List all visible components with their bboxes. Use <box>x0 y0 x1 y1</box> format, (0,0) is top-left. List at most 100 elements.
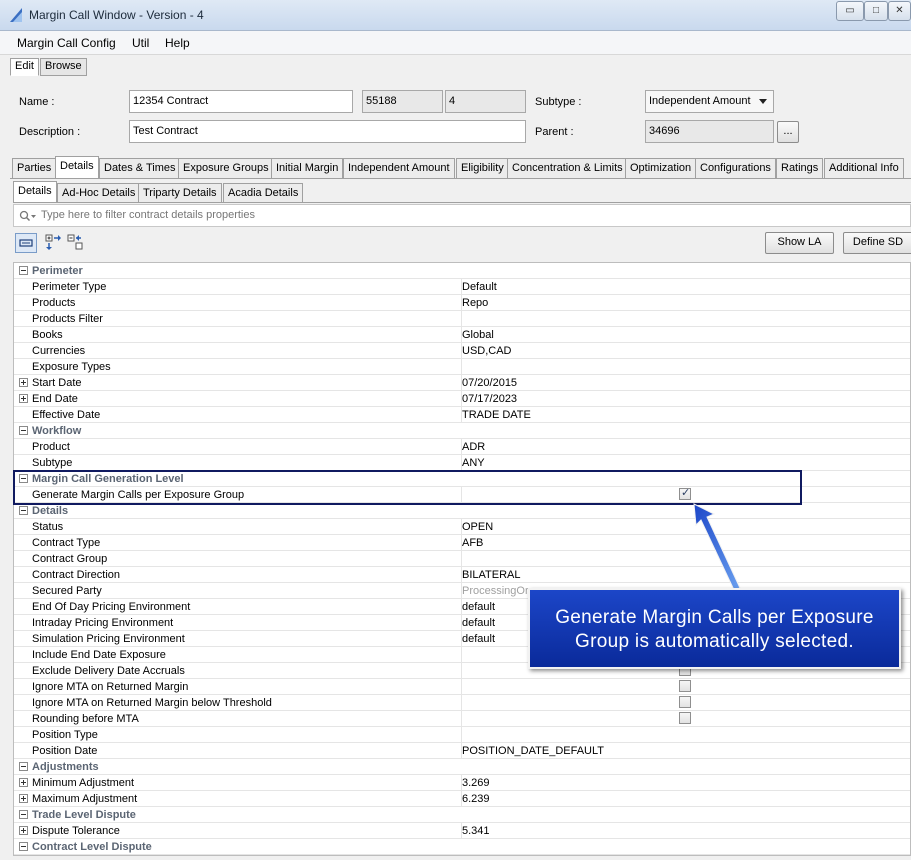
property-row[interactable]: Rounding before MTA <box>14 711 910 727</box>
tab-exposure-groups[interactable]: Exposure Groups <box>178 158 274 178</box>
property-row[interactable]: Currencies USD,CAD <box>14 343 910 359</box>
property-value[interactable]: 07/20/2015 <box>462 377 517 389</box>
property-row[interactable]: Contract Direction BILATERAL <box>14 567 910 583</box>
property-row[interactable]: Ignore MTA on Returned Margin <box>14 679 910 695</box>
menu-util[interactable]: Util <box>132 36 149 50</box>
property-value[interactable]: default <box>462 601 495 613</box>
property-row[interactable]: Books Global <box>14 327 910 343</box>
collapse-icon[interactable] <box>19 506 28 515</box>
property-row[interactable]: Dispute Tolerance 5.341 <box>14 823 910 839</box>
property-row[interactable]: Effective Date TRADE DATE <box>14 407 910 423</box>
menu-help[interactable]: Help <box>165 36 190 50</box>
property-row[interactable]: Position Type <box>14 727 910 743</box>
property-value[interactable]: BILATERAL <box>462 569 521 581</box>
property-row[interactable]: End Date 07/17/2023 <box>14 391 910 407</box>
property-value[interactable]: Default <box>462 281 497 293</box>
property-row[interactable]: Perimeter Type Default <box>14 279 910 295</box>
property-row[interactable]: Position Date POSITION_DATE_DEFAULT <box>14 743 910 759</box>
tab-edit[interactable]: Edit <box>10 58 39 76</box>
close-button[interactable]: ✕ <box>888 1 911 21</box>
define-sd-button[interactable]: Define SD <box>843 232 911 254</box>
collapse-icon[interactable] <box>19 810 28 819</box>
filter-input[interactable]: Type here to filter contract details pro… <box>13 204 911 227</box>
subtype-select[interactable]: Independent Amount <box>645 90 774 113</box>
property-value[interactable]: 6.239 <box>462 793 490 805</box>
property-row[interactable]: Minimum Adjustment 3.269 <box>14 775 910 791</box>
tab-eligibility[interactable]: Eligibility <box>456 158 509 178</box>
tab-dates-times[interactable]: Dates & Times <box>99 158 181 178</box>
subtab-ad-hoc-details[interactable]: Ad-Hoc Details <box>57 183 141 203</box>
categorized-view-icon[interactable] <box>15 233 37 253</box>
tab-additional-info[interactable]: Additional Info <box>824 158 904 178</box>
group-row[interactable]: Trade Level Dispute <box>14 807 910 823</box>
tab-configurations[interactable]: Configurations <box>695 158 776 178</box>
property-row[interactable]: Ignore MTA on Returned Margin below Thre… <box>14 695 910 711</box>
collapse-icon[interactable] <box>19 762 28 771</box>
property-row[interactable]: Products Repo <box>14 295 910 311</box>
tab-ratings[interactable]: Ratings <box>776 158 824 178</box>
subtab-triparty-details[interactable]: Triparty Details <box>138 183 222 203</box>
group-row[interactable]: Workflow <box>14 423 910 439</box>
property-checkbox[interactable] <box>679 680 691 692</box>
maximize-button[interactable]: □ <box>864 1 888 21</box>
collapse-icon[interactable] <box>19 426 28 435</box>
property-value[interactable]: default <box>462 633 495 645</box>
expand-icon[interactable] <box>19 378 28 387</box>
group-row[interactable]: Adjustments <box>14 759 910 775</box>
property-name: Exclude Delivery Date Accruals <box>32 665 185 677</box>
property-value[interactable]: 07/17/2023 <box>462 393 517 405</box>
expand-all-icon[interactable] <box>44 233 66 253</box>
property-value[interactable]: USD,CAD <box>462 345 512 357</box>
group-row[interactable]: Perimeter <box>14 263 910 279</box>
tab-details[interactable]: Details <box>55 156 99 178</box>
expand-icon[interactable] <box>19 794 28 803</box>
property-row[interactable]: Subtype ANY <box>14 455 910 471</box>
subtab-details[interactable]: Details <box>13 181 57 203</box>
subtab-acadia-details[interactable]: Acadia Details <box>223 183 304 203</box>
property-value[interactable]: 5.341 <box>462 825 490 837</box>
property-value[interactable]: ANY <box>462 457 485 469</box>
property-value[interactable]: AFB <box>462 537 483 549</box>
property-value[interactable]: Global <box>462 329 494 341</box>
name-input[interactable]: 12354 Contract <box>129 90 353 113</box>
tab-optimization[interactable]: Optimization <box>625 158 697 178</box>
property-value[interactable]: default <box>462 617 495 629</box>
show-la-button[interactable]: Show LA <box>765 232 834 254</box>
property-row[interactable]: Exposure Types <box>14 359 910 375</box>
property-row[interactable]: Status OPEN <box>14 519 910 535</box>
property-value[interactable]: 3.269 <box>462 777 490 789</box>
expand-icon[interactable] <box>19 778 28 787</box>
menu-margin-call-config[interactable]: Margin Call Config <box>17 36 116 50</box>
property-row[interactable]: Products Filter <box>14 311 910 327</box>
property-name: Simulation Pricing Environment <box>32 633 185 645</box>
property-value[interactable]: ADR <box>462 441 485 453</box>
tab-concentration-limits[interactable]: Concentration & Limits <box>507 158 628 178</box>
tab-browse[interactable]: Browse <box>40 58 87 76</box>
tab-initial-margin[interactable]: Initial Margin <box>271 158 344 178</box>
property-row[interactable]: Product ADR <box>14 439 910 455</box>
description-input[interactable]: Test Contract <box>129 120 526 143</box>
property-row[interactable]: Contract Type AFB <box>14 535 910 551</box>
collapse-icon[interactable] <box>19 266 28 275</box>
tab-independent-amount[interactable]: Independent Amount <box>343 158 455 178</box>
group-row[interactable]: Contract Level Dispute <box>14 839 910 855</box>
property-value[interactable]: OPEN <box>462 521 493 533</box>
property-name: Ignore MTA on Returned Margin <box>32 681 189 693</box>
property-value[interactable]: ProcessingOrg <box>462 585 535 597</box>
collapse-all-icon[interactable] <box>66 233 88 253</box>
group-row[interactable]: Details <box>14 503 910 519</box>
expand-icon[interactable] <box>19 394 28 403</box>
property-row[interactable]: Start Date 07/20/2015 <box>14 375 910 391</box>
minimize-button[interactable]: ▭ <box>836 1 864 21</box>
tab-parties[interactable]: Parties <box>12 158 57 178</box>
property-row[interactable]: Contract Group <box>14 551 910 567</box>
property-checkbox[interactable] <box>679 712 691 724</box>
expand-icon[interactable] <box>19 826 28 835</box>
property-value[interactable]: Repo <box>462 297 488 309</box>
property-value[interactable]: POSITION_DATE_DEFAULT <box>462 745 604 757</box>
collapse-icon[interactable] <box>19 842 28 851</box>
property-checkbox[interactable] <box>679 696 691 708</box>
parent-browse-button[interactable]: ... <box>777 121 799 143</box>
property-value[interactable]: TRADE DATE <box>462 409 531 421</box>
property-row[interactable]: Maximum Adjustment 6.239 <box>14 791 910 807</box>
